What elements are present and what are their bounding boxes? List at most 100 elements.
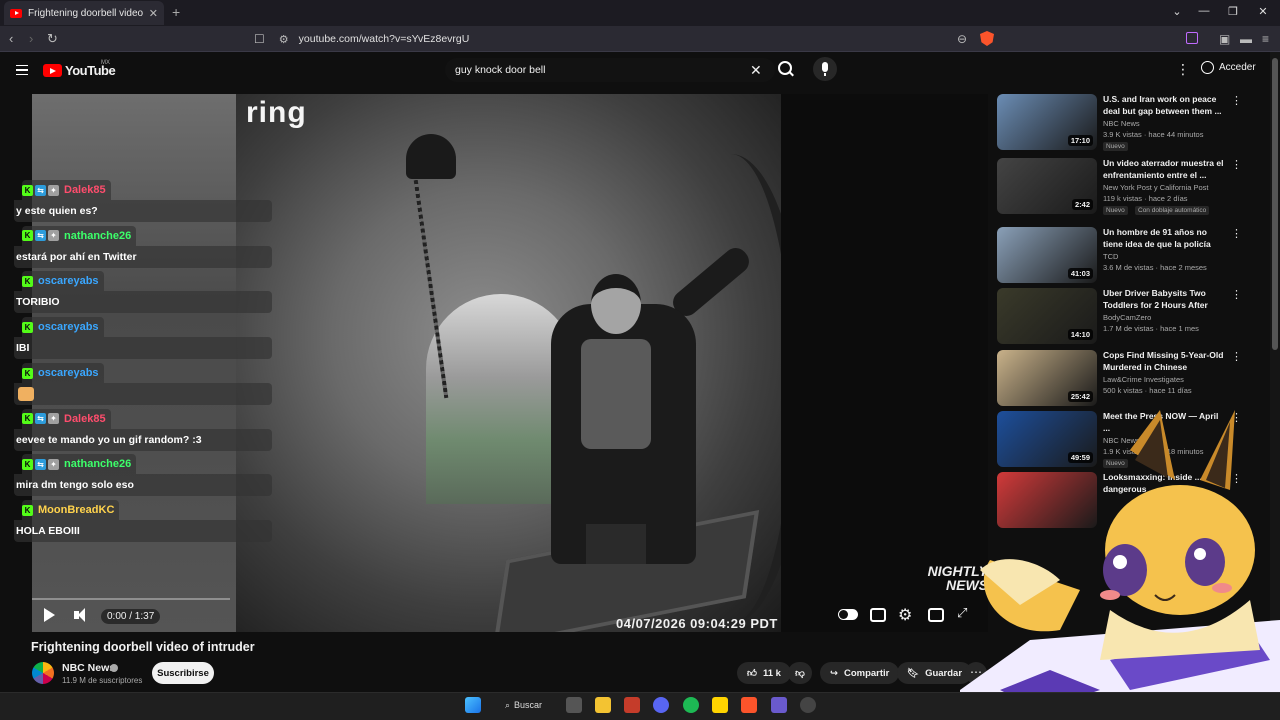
miniplayer-icon[interactable] (928, 608, 944, 622)
recommended-channel[interactable]: BodyCamZero (1103, 313, 1151, 322)
forward-icon[interactable]: › (29, 31, 33, 46)
chat-badge-icon: ✦ (48, 184, 59, 196)
recommended-title[interactable]: Un hombre de 91 años no tiene idea de qu… (1103, 227, 1225, 250)
settings-menu-icon[interactable]: ⋮ (1176, 61, 1190, 78)
recommended-title[interactable]: Cops Find Missing 5-Year-Old Murdered in… (1103, 350, 1225, 373)
chat-header: K ⇆ ✦ Dalek85 (22, 180, 111, 200)
chat-message: K ⇆ ✦ nathanche26 mira dm tengo solo eso (14, 454, 272, 500)
hamburger-icon[interactable] (16, 65, 28, 75)
chat-text: HOLA EBOIII (14, 520, 272, 543)
new-tab-icon[interactable]: + (172, 4, 180, 20)
doorbell-camera-frame: ring (236, 94, 781, 632)
recommended-video[interactable]: 14:10 Uber Driver Babysits Two Toddlers f… (997, 288, 1247, 346)
chat-text: TORIBIO (14, 291, 272, 314)
recommended-video[interactable]: 2:42 Un video aterrador muestra el enfren… (997, 158, 1247, 216)
close-window-icon[interactable]: ✕ (1253, 5, 1273, 18)
video-thumbnail[interactable]: 41:03 (997, 227, 1097, 283)
like-button[interactable]: 👍︎ 11 k (737, 662, 791, 684)
minimize-icon[interactable]: — (1194, 5, 1214, 17)
volume-icon[interactable] (74, 608, 90, 622)
brave-browser-icon[interactable] (741, 697, 757, 713)
subtitles-icon[interactable] (870, 608, 886, 622)
subscribe-button[interactable]: Suscribirse (152, 662, 214, 684)
channel-avatar[interactable] (32, 662, 54, 684)
chat-badge-icon: K (22, 321, 33, 333)
microphone-icon[interactable] (813, 57, 837, 81)
recommended-channel[interactable]: NBC News (1103, 119, 1140, 128)
url-field[interactable]: ☐ ⚙ youtube.com/watch?v=sYvEz8evrgU (254, 29, 1000, 49)
taskbar-search[interactable]: ⌕ Buscar (495, 696, 551, 714)
recommended-meta: 1.7 M de vistas · hace 1 mes (1103, 324, 1199, 333)
close-tab-icon[interactable]: ✕ (149, 7, 158, 20)
discord-icon[interactable] (653, 697, 669, 713)
dubbed-badge: Con doblaje automático (1135, 206, 1210, 215)
subscriber-count: 11.9 M de suscriptores (62, 676, 143, 685)
gear-icon[interactable]: ⚙ (898, 605, 912, 625)
scrollbar-thumb[interactable] (1272, 58, 1278, 350)
restore-icon[interactable]: ❐ (1223, 5, 1243, 18)
wallet-icon[interactable]: ▬ (1240, 32, 1252, 46)
obs-icon[interactable] (800, 697, 816, 713)
progress-bar[interactable] (32, 598, 230, 600)
video-thumbnail[interactable]: 14:10 (997, 288, 1097, 344)
youtube-play-icon (43, 64, 62, 77)
chat-username: Dalek85 (64, 412, 106, 425)
app-icon-2[interactable] (771, 697, 787, 713)
dislike-button[interactable]: 👎︎ (788, 662, 812, 684)
taskbar-search-label: Buscar (514, 700, 543, 710)
share-icon: ↪ (830, 667, 838, 679)
video-duration: 17:10 (1067, 135, 1093, 146)
recommended-channel[interactable]: Law&Crime Investigates (1103, 375, 1184, 384)
video-thumbnail[interactable]: 17:10 (997, 94, 1097, 150)
recommended-title[interactable]: Uber Driver Babysits Two Toddlers for 2 … (1103, 288, 1225, 311)
sidebar-icon[interactable]: ▣ (1219, 32, 1230, 46)
person-shirt (581, 339, 651, 449)
chat-badge-icon: K (22, 458, 33, 470)
new-badge: Nuevo (1103, 206, 1128, 215)
bookmark-page-icon[interactable]: ☐ (254, 32, 265, 46)
video-options-icon[interactable]: ⋮ (1231, 350, 1242, 363)
downloads-icon[interactable] (1186, 32, 1198, 44)
notes-icon[interactable] (712, 697, 728, 713)
browser-menu-icon[interactable]: ≡ (1262, 32, 1269, 46)
video-options-icon[interactable]: ⋮ (1231, 158, 1242, 171)
chat-message: K MoonBreadKC HOLA EBOIII (14, 500, 272, 546)
youtube-header: YouTube MX guy knock door bell ✕ ⋮ Acced… (0, 52, 1270, 88)
play-icon[interactable] (44, 608, 55, 622)
windows-start-icon[interactable] (465, 697, 481, 713)
autoplay-toggle[interactable] (838, 609, 858, 620)
avatar-tail (980, 559, 1080, 632)
zoom-icon[interactable]: ⊖ (957, 32, 967, 46)
recommended-channel[interactable]: TCD (1103, 252, 1118, 261)
youtube-logo[interactable]: YouTube MX (43, 60, 116, 78)
recommended-video[interactable]: 41:03 Un hombre de 91 años no tiene idea … (997, 227, 1247, 285)
search-input[interactable]: guy knock door bell (445, 58, 775, 82)
recommended-title[interactable]: Un video aterrador muestra el enfrentami… (1103, 158, 1225, 181)
like-count: 11 k (762, 667, 781, 679)
search-icon[interactable] (778, 61, 792, 75)
site-info-icon[interactable]: ⚙ (279, 33, 289, 46)
chat-username: MoonBreadKC (38, 504, 115, 517)
tab-list-icon[interactable]: ⌄ (1167, 5, 1187, 18)
video-options-icon[interactable]: ⋮ (1231, 94, 1242, 107)
share-button[interactable]: ↪ Compartir (820, 662, 900, 684)
sign-in-button[interactable]: Acceder (1201, 61, 1256, 74)
app-icon-1[interactable] (624, 697, 640, 713)
file-explorer-icon[interactable] (595, 697, 611, 713)
reload-icon[interactable]: ↻ (47, 31, 58, 47)
spotify-icon[interactable] (683, 697, 699, 713)
browser-tab[interactable]: Frightening doorbell video of intruder ✕ (4, 1, 164, 25)
channel-name[interactable]: NBC News (62, 662, 115, 674)
back-icon[interactable]: ‹ (9, 31, 13, 46)
chat-header: K ⇆ ✦ nathanche26 (22, 454, 137, 475)
video-options-icon[interactable]: ⋮ (1231, 227, 1242, 240)
search-value: guy knock door bell (455, 64, 546, 76)
video-thumbnail[interactable]: 2:42 (997, 158, 1097, 214)
task-view-icon[interactable] (566, 697, 582, 713)
clear-search-icon[interactable]: ✕ (750, 62, 762, 79)
recommended-title[interactable]: U.S. and Iran work on peace deal but gap… (1103, 94, 1225, 117)
video-right-blur (781, 94, 988, 632)
recommended-video[interactable]: 17:10 U.S. and Iran work on peace deal bu… (997, 94, 1247, 152)
recommended-channel[interactable]: New York Post y California Post (1103, 183, 1208, 192)
video-options-icon[interactable]: ⋮ (1231, 288, 1242, 301)
